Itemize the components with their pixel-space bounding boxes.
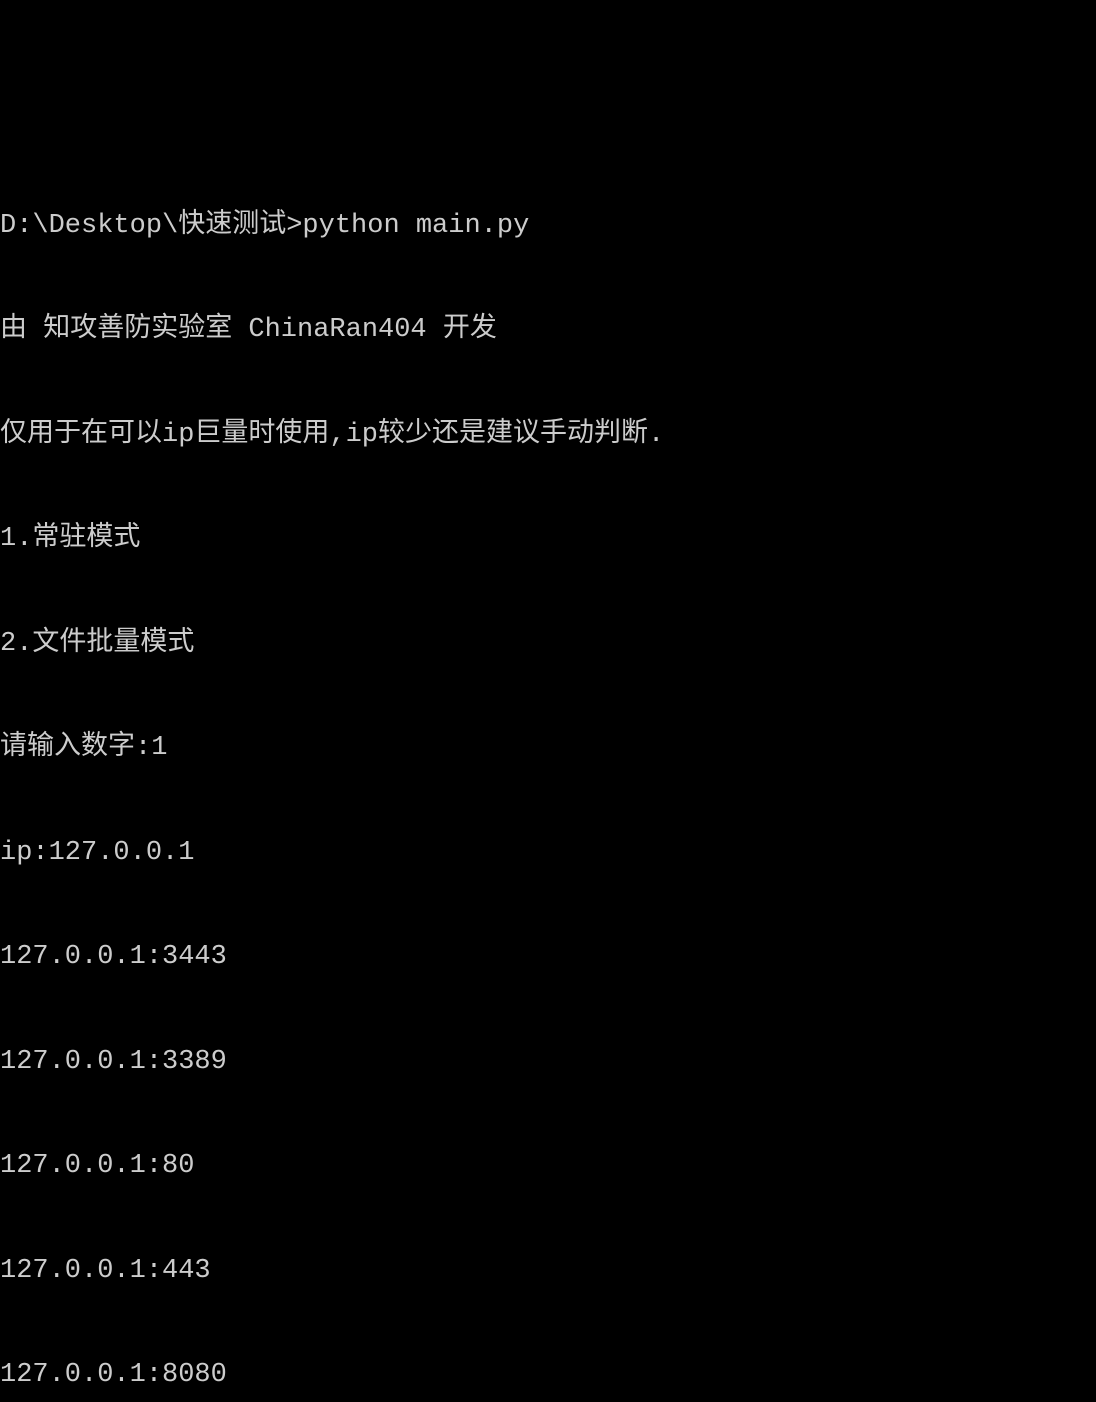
terminal-line-output: 127.0.0.1:3443 xyxy=(0,940,1096,975)
terminal-line-output: 127.0.0.1:8080 xyxy=(0,1358,1096,1393)
terminal-line-output: 127.0.0.1:3389 xyxy=(0,1045,1096,1080)
terminal-line-output: 请输入数字:1 xyxy=(0,731,1096,766)
terminal-line-output: 由 知攻善防实验室 ChinaRan404 开发 xyxy=(0,313,1096,348)
terminal-line-command: D:\Desktop\快速测试>python main.py xyxy=(0,209,1096,244)
terminal-line-output: 2.文件批量模式 xyxy=(0,627,1096,662)
terminal-line-output: 1.常驻模式 xyxy=(0,522,1096,557)
terminal-line-output: ip:127.0.0.1 xyxy=(0,836,1096,871)
terminal-line-output: 127.0.0.1:443 xyxy=(0,1254,1096,1289)
terminal-line-output: 仅用于在可以ip巨量时使用,ip较少还是建议手动判断. xyxy=(0,418,1096,453)
terminal-line-output: 127.0.0.1:80 xyxy=(0,1149,1096,1184)
terminal-window[interactable]: D:\Desktop\快速测试>python main.py 由 知攻善防实验室… xyxy=(0,139,1096,1402)
